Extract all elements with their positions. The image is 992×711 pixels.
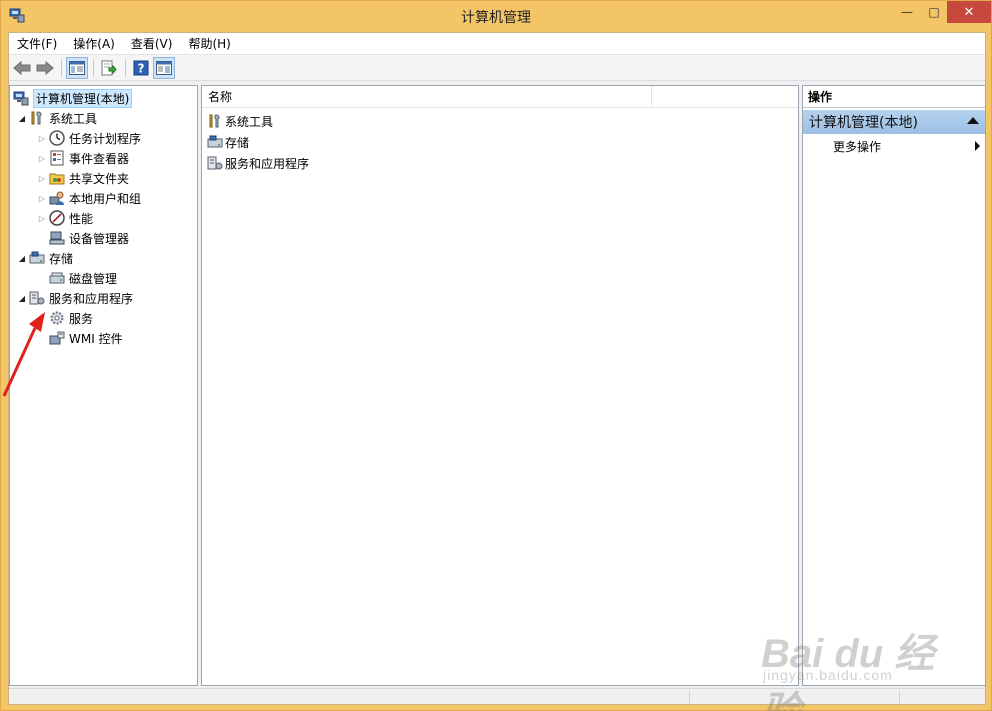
collapse-icon[interactable]: ◢ bbox=[16, 254, 28, 263]
toolbar-separator bbox=[61, 58, 62, 77]
back-arrow-icon bbox=[13, 60, 31, 75]
window-title: 计算机管理 bbox=[461, 10, 531, 26]
tools-icon bbox=[206, 113, 224, 129]
shared-folder-icon bbox=[48, 170, 66, 186]
export-list-button[interactable] bbox=[98, 57, 120, 79]
list-item[interactable]: 系统工具 bbox=[206, 111, 273, 131]
tree-item-device-manager[interactable]: 设备管理器 bbox=[36, 228, 129, 248]
tree-item-label: 存储 bbox=[49, 251, 74, 266]
tree-item-label: 事件查看器 bbox=[69, 151, 130, 166]
storage-icon bbox=[206, 134, 224, 150]
tree-item-label: 性能 bbox=[69, 211, 94, 226]
list-item-label: 系统工具 bbox=[225, 114, 274, 129]
maximize-button[interactable]: □ bbox=[921, 1, 947, 23]
tree-item-label: WMI 控件 bbox=[69, 331, 123, 346]
storage-icon bbox=[28, 250, 46, 266]
watermark-main: Bai du 经验 bbox=[761, 632, 935, 711]
tree-item-services-applications[interactable]: ◢ 服务和应用程序 bbox=[16, 288, 133, 308]
users-icon bbox=[48, 190, 66, 206]
computer-management-icon bbox=[12, 90, 30, 106]
forward-arrow-icon bbox=[36, 60, 54, 75]
list-item[interactable]: 服务和应用程序 bbox=[206, 153, 309, 173]
status-divider bbox=[689, 691, 690, 703]
help-icon: ? bbox=[133, 60, 149, 75]
menu-help[interactable]: 帮助(H) bbox=[180, 33, 238, 55]
submenu-arrow-icon bbox=[975, 141, 980, 151]
column-header: 名称 bbox=[202, 86, 798, 108]
column-name[interactable]: 名称 bbox=[202, 86, 652, 108]
tree-item-local-users-groups[interactable]: ▷ 本地用户和组 bbox=[36, 188, 141, 208]
minimize-button[interactable]: — bbox=[893, 1, 921, 23]
tree-item-performance[interactable]: ▷ 性能 bbox=[36, 208, 93, 228]
maximize-icon: □ bbox=[928, 5, 940, 19]
services-apps-icon bbox=[28, 290, 46, 306]
show-tree-icon bbox=[69, 60, 85, 75]
close-button[interactable]: ✕ bbox=[947, 1, 991, 23]
results-pane[interactable]: 名称 系统工具 存储 服务和应用程序 bbox=[201, 85, 799, 686]
show-action-pane-button[interactable] bbox=[153, 56, 175, 79]
actions-header: 操作 bbox=[803, 86, 985, 108]
list-item-label: 服务和应用程序 bbox=[225, 156, 310, 171]
help-button[interactable]: ? bbox=[130, 57, 152, 79]
services-apps-icon bbox=[206, 155, 224, 171]
expand-icon[interactable]: ▷ bbox=[36, 134, 48, 143]
show-tree-button[interactable] bbox=[66, 56, 88, 79]
svg-text:?: ? bbox=[138, 61, 145, 75]
performance-icon bbox=[48, 210, 66, 226]
clock-icon bbox=[48, 130, 66, 146]
tree-item-label: 任务计划程序 bbox=[69, 131, 142, 146]
menu-bar: 文件(F) 操作(A) 查看(V) 帮助(H) bbox=[9, 33, 985, 55]
tree-item-label: 服务和应用程序 bbox=[49, 291, 134, 306]
tree-item-label: 共享文件夹 bbox=[69, 171, 130, 186]
tree-item-task-scheduler[interactable]: ▷ 任务计划程序 bbox=[36, 128, 141, 148]
minimize-icon: — bbox=[901, 5, 913, 19]
back-button[interactable] bbox=[11, 57, 33, 79]
actions-section-header[interactable]: 计算机管理(本地) bbox=[803, 110, 985, 134]
menu-file[interactable]: 文件(F) bbox=[9, 33, 65, 55]
collapse-icon[interactable]: ◢ bbox=[16, 114, 28, 123]
tree-item-event-viewer[interactable]: ▷ 事件查看器 bbox=[36, 148, 129, 168]
actions-pane: 操作 计算机管理(本地) 更多操作 bbox=[802, 85, 986, 686]
baidu-watermark: Bai du 经验 jingyan.baidu.com bbox=[761, 601, 941, 711]
tree-item-label: 系统工具 bbox=[49, 111, 98, 126]
forward-button[interactable] bbox=[34, 57, 56, 79]
tree-item-label: 设备管理器 bbox=[69, 231, 130, 246]
more-actions-item[interactable]: 更多操作 bbox=[833, 138, 881, 155]
window: 计算机管理 — □ ✕ 文件(F) 操作(A) 查看(V) 帮助(H) ? 计算… bbox=[0, 0, 992, 711]
tree-item-storage[interactable]: ◢ 存储 bbox=[16, 248, 73, 268]
toolbar-separator bbox=[93, 58, 94, 77]
tree-item-system-tools[interactable]: ◢ 系统工具 bbox=[16, 108, 97, 128]
show-action-pane-icon bbox=[156, 60, 172, 75]
tree-item-label: 计算机管理(本地) bbox=[33, 88, 133, 108]
red-arrow-annotation bbox=[2, 312, 45, 397]
disk-icon bbox=[48, 270, 66, 286]
collapse-triangle-icon[interactable] bbox=[967, 117, 979, 124]
list-item-label: 存储 bbox=[225, 135, 250, 150]
tree-item-label: 本地用户和组 bbox=[69, 191, 142, 206]
expand-icon[interactable]: ▷ bbox=[36, 154, 48, 163]
close-icon: ✕ bbox=[963, 4, 975, 20]
event-viewer-icon bbox=[48, 150, 66, 166]
tree-root[interactable]: 计算机管理(本地) bbox=[12, 88, 133, 108]
toolbar-separator bbox=[125, 58, 126, 77]
device-manager-icon bbox=[48, 230, 66, 246]
tree-item-label: 服务 bbox=[69, 311, 94, 326]
expand-icon[interactable]: ▷ bbox=[36, 214, 48, 223]
tree-item-disk-management[interactable]: 磁盘管理 bbox=[36, 268, 117, 288]
menu-action[interactable]: 操作(A) bbox=[65, 33, 123, 55]
title-bar[interactable]: 计算机管理 — □ ✕ bbox=[1, 1, 991, 31]
menu-view[interactable]: 查看(V) bbox=[123, 33, 181, 55]
tree-item-label: 磁盘管理 bbox=[69, 271, 118, 286]
watermark-sub: jingyan.baidu.com bbox=[763, 667, 893, 683]
expand-icon[interactable]: ▷ bbox=[36, 194, 48, 203]
collapse-icon[interactable]: ◢ bbox=[16, 294, 28, 303]
export-icon bbox=[101, 60, 117, 75]
tools-icon bbox=[28, 110, 46, 126]
actions-section-label: 计算机管理(本地) bbox=[809, 115, 918, 131]
tree-item-shared-folders[interactable]: ▷ 共享文件夹 bbox=[36, 168, 129, 188]
toolbar: ? bbox=[9, 55, 985, 81]
list-item[interactable]: 存储 bbox=[206, 132, 249, 152]
expand-icon[interactable]: ▷ bbox=[36, 174, 48, 183]
